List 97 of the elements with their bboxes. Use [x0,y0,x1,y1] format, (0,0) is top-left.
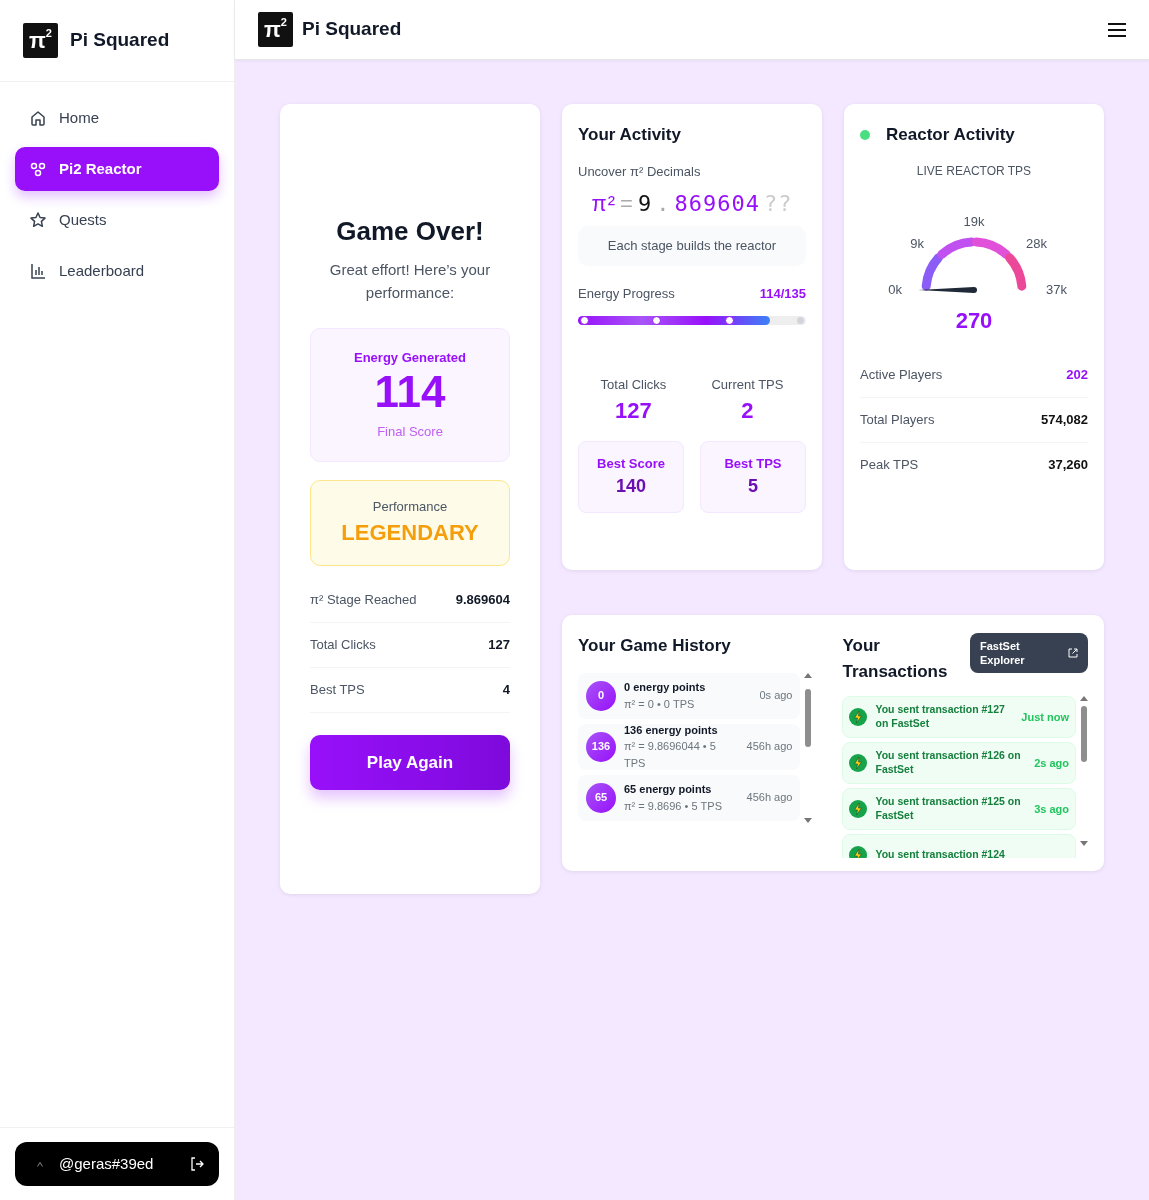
lightning-icon [849,846,868,858]
stat-label: Peak TPS [860,456,919,475]
stat-label: Total Clicks [310,636,376,655]
stat-label: Active Players [860,365,943,384]
transaction-text: You sent transaction #126 on FastSet [875,749,1022,777]
history-time: 456h ago [746,739,793,755]
transaction-item[interactable]: You sent transaction #124 [842,834,1076,858]
performance-rating: LEGENDARY [341,519,479,548]
stat-label: Best TPS [310,681,365,700]
card-title: Your Game History [578,635,732,657]
best-stat-label: Best TPS [724,454,782,473]
gauge-title: LIVE REACTOR TPS [915,162,1033,180]
counter-label: Total Clicks [599,375,668,394]
history-detail: π² = 9.8696 • 5 TPS [624,798,723,814]
menu-icon [1108,23,1126,38]
history-detail: π² = 9.8696044 • 5 TPS [624,739,717,771]
brand-name: Pi Squared [302,17,402,42]
caret-icon [37,1161,43,1167]
history-title: 0 energy points [624,680,707,695]
performance-label: Performance [372,497,448,516]
brand-name: Pi Squared [70,28,170,53]
stat-value: 9.869604 [455,591,510,610]
gauge-tick-label: 9k [910,235,924,251]
best-stat-label: Best Score [597,454,665,473]
lightning-icon [849,708,868,726]
star-icon [29,211,47,229]
transaction-time: 2s ago [1034,755,1069,771]
history-time: 0s ago [759,688,793,704]
hint-banner: Each stage builds the reactor [578,226,806,266]
score-badge: 136 [586,731,616,762]
card-title: Your Activity [578,124,682,146]
card-title: Reactor Activity [886,124,1015,146]
history-item[interactable]: 136 136 energy points π² = 9.8696044 • 5 TPS 456h ago [578,723,801,770]
home-icon [29,109,47,127]
counter-label: Current TPS [710,375,785,394]
best-stat-value: 140 [615,475,646,499]
stat-value: 4 [502,681,510,700]
sidebar-nav-item[interactable]: Quests [15,198,219,242]
transaction-text: You sent transaction #124 [875,848,1006,858]
transaction-item[interactable]: You sent transaction #126 on FastSet 2s ago [842,742,1076,784]
stat-value: 574,082 [1041,410,1088,429]
stat-label: Total Players [860,410,935,429]
external-link-icon [1068,648,1078,658]
best-stat-value: 5 [748,475,758,499]
sidebar-nav-item[interactable]: Home [15,96,219,140]
progress-label: Energy Progress [578,285,675,303]
energy-label: Energy Generated [354,349,466,368]
logo-icon: π$^{2}$ [258,12,293,47]
scroll-down-arrow-icon [804,817,813,823]
history-title: 65 energy points [624,782,713,797]
pi-decimals-display: π² = 9 . 869604 ?? [590,190,794,218]
counter-value: 2 [740,397,755,425]
progress-reading: 114/135 [759,285,806,303]
scroll-down-arrow-icon [1080,841,1088,846]
stat-value: 127 [488,636,510,655]
scrollbar[interactable] [1080,696,1088,846]
logo-icon: π$^{2}$ [23,23,58,58]
score-badge: 65 [586,782,616,813]
stat-value: 202 [1066,365,1088,384]
transaction-item[interactable]: You sent transaction #127 on FastSet Just now [842,696,1076,738]
history-title: 136 energy points [624,722,719,738]
section-label: Uncover π² Decimals [578,162,702,181]
explorer-button[interactable]: FastSet Explorer [970,633,1088,673]
final-score-caption: Final Score [377,423,443,442]
scrollbar[interactable] [804,672,813,823]
stat-value: 37,260 [1048,456,1088,475]
sidebar-nav-item[interactable]: Leaderboard [15,249,219,293]
transaction-time: Just now [1021,709,1069,725]
gauge-tick-label: 37k [1046,281,1067,297]
transaction-item[interactable]: You sent transaction #125 on FastSet 3s ago [842,788,1076,830]
gauge-tick-label: 28k [1026,235,1047,251]
reactor-icon [29,160,47,178]
lightning-icon [849,800,868,818]
scroll-up-arrow-icon [1080,696,1088,701]
sidebar-nav-item[interactable]: Pi2 Reactor [15,147,219,191]
transaction-text: You sent transaction #125 on FastSet [875,795,1022,823]
play-again-button[interactable]: Play Again [310,735,510,790]
transaction-time: 3s ago [1034,801,1069,817]
stat-label: π² Stage Reached [310,591,417,610]
score-badge: 0 [586,680,616,711]
gauge-tick-label: 19k [963,213,985,229]
transaction-text: You sent transaction #127 on FastSet [875,703,1006,731]
card-title: Your Transactions [842,635,949,683]
history-item[interactable]: 0 0 energy points π² = 0 • 0 TPS 0s ago [578,672,801,719]
gauge-value: 270 [954,306,994,335]
energy-score: 114 [374,367,446,417]
history-detail: π² = 0 • 0 TPS [624,696,696,712]
gauge-tick-label: 0k [888,281,902,297]
game-over-title: Game Over! [335,215,485,248]
history-time: 456h ago [746,790,793,806]
bar-chart-icon [29,262,47,280]
counter-value: 127 [614,397,653,425]
scroll-up-arrow-icon [804,672,813,678]
lightning-icon [849,754,868,772]
game-over-subtitle: Great effort! Here’s your performance: [328,260,492,303]
history-item[interactable]: 65 65 energy points π² = 9.8696 • 5 TPS 456h ago [578,774,801,821]
logout-icon [190,1157,204,1171]
